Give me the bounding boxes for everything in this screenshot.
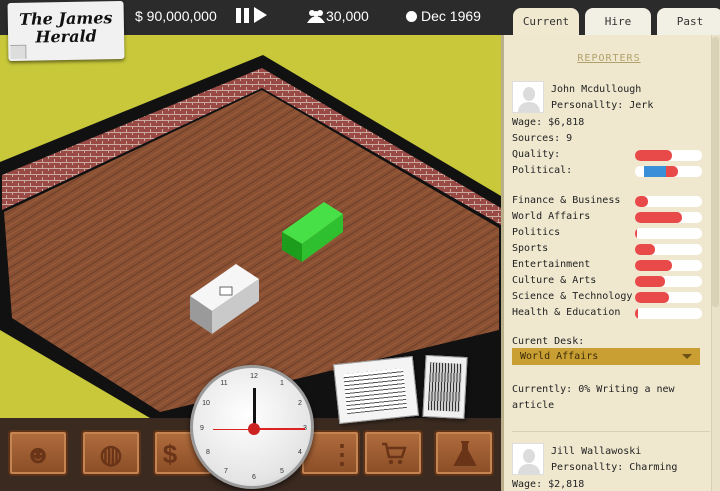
- reporter-status: Currently: 0% Writing a new: [512, 384, 675, 395]
- reporter-name: Jill Wallawoski: [551, 446, 642, 457]
- reporter-personality: Personallty: Jerk: [551, 100, 654, 111]
- desk-select-value: World Affairs: [520, 351, 599, 362]
- skill-label: Sports: [512, 243, 549, 254]
- skill-label: Culture & Arts: [512, 275, 597, 286]
- skill-bar: [635, 244, 702, 255]
- quality-bar-fill: [635, 150, 672, 161]
- newspaper-stack[interactable]: [333, 355, 419, 425]
- cart-icon: [382, 442, 407, 465]
- desk-select[interactable]: World Affairs: [512, 348, 700, 365]
- skill-bar: [635, 292, 702, 303]
- research-button[interactable]: [434, 430, 494, 476]
- chevron-down-icon: [682, 354, 692, 359]
- reporters-button[interactable]: ☻: [8, 430, 68, 476]
- newspaper-logo: The James Herald: [7, 0, 125, 62]
- pause-icon[interactable]: [236, 8, 250, 23]
- time-controls: [236, 7, 267, 23]
- reporter-icon: ☻: [24, 439, 52, 469]
- clock-hub: [248, 423, 260, 435]
- play-icon[interactable]: [254, 7, 267, 23]
- reporter-personality: Personallty: Charming: [551, 462, 678, 473]
- skill-bar-fill: [635, 212, 682, 223]
- skill-label: World Affairs: [512, 211, 591, 222]
- reporter-sources: Sources: 9: [512, 133, 573, 144]
- skill-bar: [635, 308, 702, 319]
- skill-bar-fill: [635, 260, 672, 271]
- political-bar-right: [666, 166, 678, 177]
- tab-current[interactable]: Current: [513, 8, 579, 35]
- world-button[interactable]: ◍: [81, 430, 141, 476]
- scrollbar[interactable]: [711, 35, 720, 491]
- reporter-status-2: article: [512, 400, 555, 411]
- panel-tabs: Current Hire Past: [513, 8, 720, 35]
- skill-bar: [635, 196, 702, 207]
- skill-label: Entertainment: [512, 259, 591, 270]
- date-icon: [406, 11, 417, 22]
- money-icon: $: [162, 439, 178, 469]
- skill-bar: [635, 276, 702, 287]
- shop-button[interactable]: [363, 430, 423, 476]
- clock-minute-hand: [253, 428, 305, 430]
- flask-icon: [453, 441, 477, 466]
- readers-icon: [307, 10, 325, 23]
- skill-bar-fill: [635, 292, 669, 303]
- game-date: Dec 1969: [421, 8, 481, 24]
- skill-bar-fill: [635, 228, 637, 239]
- skill-label: Finance & Business: [512, 195, 621, 206]
- tab-hire[interactable]: Hire: [585, 8, 651, 35]
- skill-bar-fill: [635, 276, 666, 287]
- skill-bar: [635, 212, 702, 223]
- logo-title: The James Herald: [18, 8, 113, 47]
- globe-icon: ◍: [99, 439, 123, 469]
- skill-label: Science & Technology: [512, 291, 633, 302]
- scrollbar-thumb[interactable]: [712, 37, 719, 307]
- skill-bar: [635, 228, 702, 239]
- quality-label: Quality:: [512, 149, 561, 160]
- skill-bar-fill: [635, 244, 656, 255]
- avatar: [512, 81, 544, 113]
- political-bar: [635, 166, 702, 177]
- logo-page-curl: [10, 44, 27, 59]
- reporter-name: John Mcdullough: [551, 84, 642, 95]
- avatar: [512, 443, 544, 475]
- skill-bar-fill: [635, 308, 638, 319]
- reporter-wage: Wage: $6,818: [512, 117, 585, 128]
- skill-bar-fill: [635, 196, 649, 207]
- reporters-panel: REPORTERS John Mcdullough Personallty: J…: [501, 35, 720, 491]
- divider: [512, 431, 710, 432]
- menu-icon: ⋮: [329, 439, 355, 469]
- section-title: REPORTERS: [577, 53, 641, 64]
- tab-past[interactable]: Past: [657, 8, 720, 35]
- political-bar-left: [644, 166, 666, 177]
- readers-count: 30,000: [326, 8, 369, 24]
- newspaper-folded[interactable]: [422, 354, 468, 420]
- game-clock: 12 1 2 3 4 5 6 7 8 9 10 11: [190, 365, 314, 489]
- reporter-wage: Wage: $2,818: [512, 479, 585, 490]
- political-label: Political:: [512, 165, 573, 176]
- desk-label: Curent Desk:: [512, 336, 585, 347]
- skill-label: Health & Education: [512, 307, 621, 318]
- money-display: $ 90,000,000: [135, 8, 217, 24]
- skill-bar: [635, 260, 702, 271]
- quality-bar: [635, 150, 702, 161]
- skill-label: Politics: [512, 227, 561, 238]
